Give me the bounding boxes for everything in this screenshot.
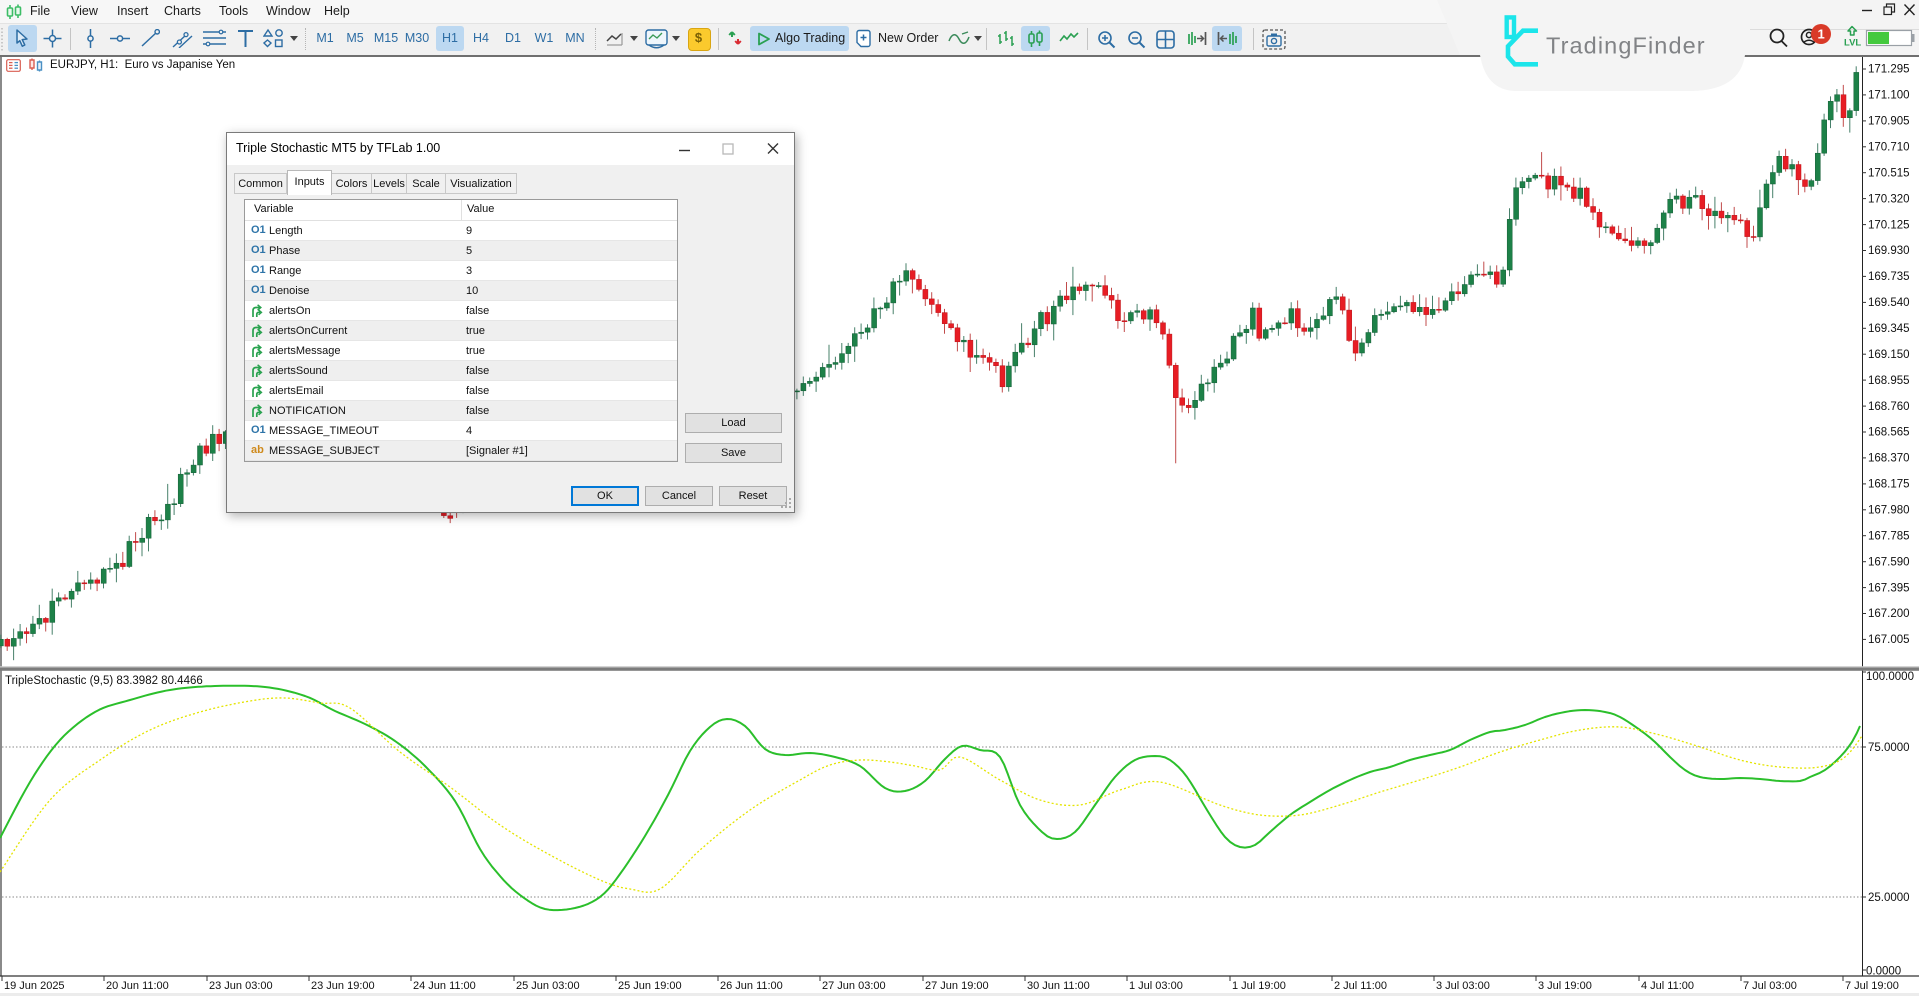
svg-text:168.955: 168.955 [1868,375,1910,387]
svg-text:7 Jul 03:00: 7 Jul 03:00 [1743,980,1797,992]
svg-text:167.785: 167.785 [1868,530,1910,542]
svg-text:27 Jun 19:00: 27 Jun 19:00 [925,980,989,992]
svg-text:169.930: 169.930 [1868,245,1910,257]
svg-text:169.540: 169.540 [1868,297,1910,309]
svg-text:4 Jul 11:00: 4 Jul 11:00 [1641,980,1694,992]
svg-text:170.905: 170.905 [1868,116,1910,128]
svg-text:170.710: 170.710 [1868,142,1910,154]
svg-text:27 Jun 03:00: 27 Jun 03:00 [822,980,886,992]
svg-text:168.175: 168.175 [1868,479,1910,491]
svg-text:19 Jun 2025: 19 Jun 2025 [4,980,65,992]
svg-text:7 Jul 19:00: 7 Jul 19:00 [1845,980,1899,992]
svg-text:25 Jun 19:00: 25 Jun 19:00 [618,980,682,992]
svg-text:167.005: 167.005 [1868,634,1910,646]
svg-text:169.345: 169.345 [1868,323,1910,335]
svg-text:169.735: 169.735 [1868,271,1910,283]
svg-text:23 Jun 03:00: 23 Jun 03:00 [209,980,273,992]
svg-text:100.0000: 100.0000 [1866,671,1914,683]
svg-text:1 Jul 19:00: 1 Jul 19:00 [1232,980,1286,992]
svg-text:30 Jun 11:00: 30 Jun 11:00 [1027,980,1090,992]
svg-text:75.0000: 75.0000 [1868,742,1910,754]
svg-text:3 Jul 19:00: 3 Jul 19:00 [1538,980,1592,992]
svg-text:170.125: 170.125 [1868,219,1910,231]
svg-text:168.760: 168.760 [1868,401,1910,413]
svg-text:168.370: 168.370 [1868,453,1910,465]
svg-text:25 Jun 03:00: 25 Jun 03:00 [516,980,580,992]
svg-text:1 Jul 03:00: 1 Jul 03:00 [1129,980,1183,992]
svg-text:TripleStochastic (9,5) 83.3982: TripleStochastic (9,5) 83.3982 80.4466 [5,675,203,687]
svg-text:167.395: 167.395 [1868,582,1910,594]
svg-text:167.200: 167.200 [1868,608,1910,620]
svg-text:TradingFinder: TradingFinder [1546,33,1706,59]
svg-text:24 Jun 11:00: 24 Jun 11:00 [413,980,476,992]
svg-text:1: 1 [1818,27,1825,42]
svg-text:2 Jul 11:00: 2 Jul 11:00 [1334,980,1387,992]
svg-text:20 Jun 11:00: 20 Jun 11:00 [106,980,169,992]
svg-text:25.0000: 25.0000 [1868,892,1910,904]
svg-text:170.320: 170.320 [1868,193,1910,205]
svg-text:LVL: LVL [1844,38,1861,49]
svg-text:167.980: 167.980 [1868,505,1910,517]
svg-text:168.565: 168.565 [1868,427,1910,439]
svg-text:26 Jun 11:00: 26 Jun 11:00 [720,980,783,992]
svg-text:170.515: 170.515 [1868,167,1910,179]
svg-text:167.590: 167.590 [1868,556,1910,568]
svg-text:23 Jun 19:00: 23 Jun 19:00 [311,980,375,992]
svg-text:3 Jul 03:00: 3 Jul 03:00 [1436,980,1490,992]
svg-text:169.150: 169.150 [1868,349,1910,361]
